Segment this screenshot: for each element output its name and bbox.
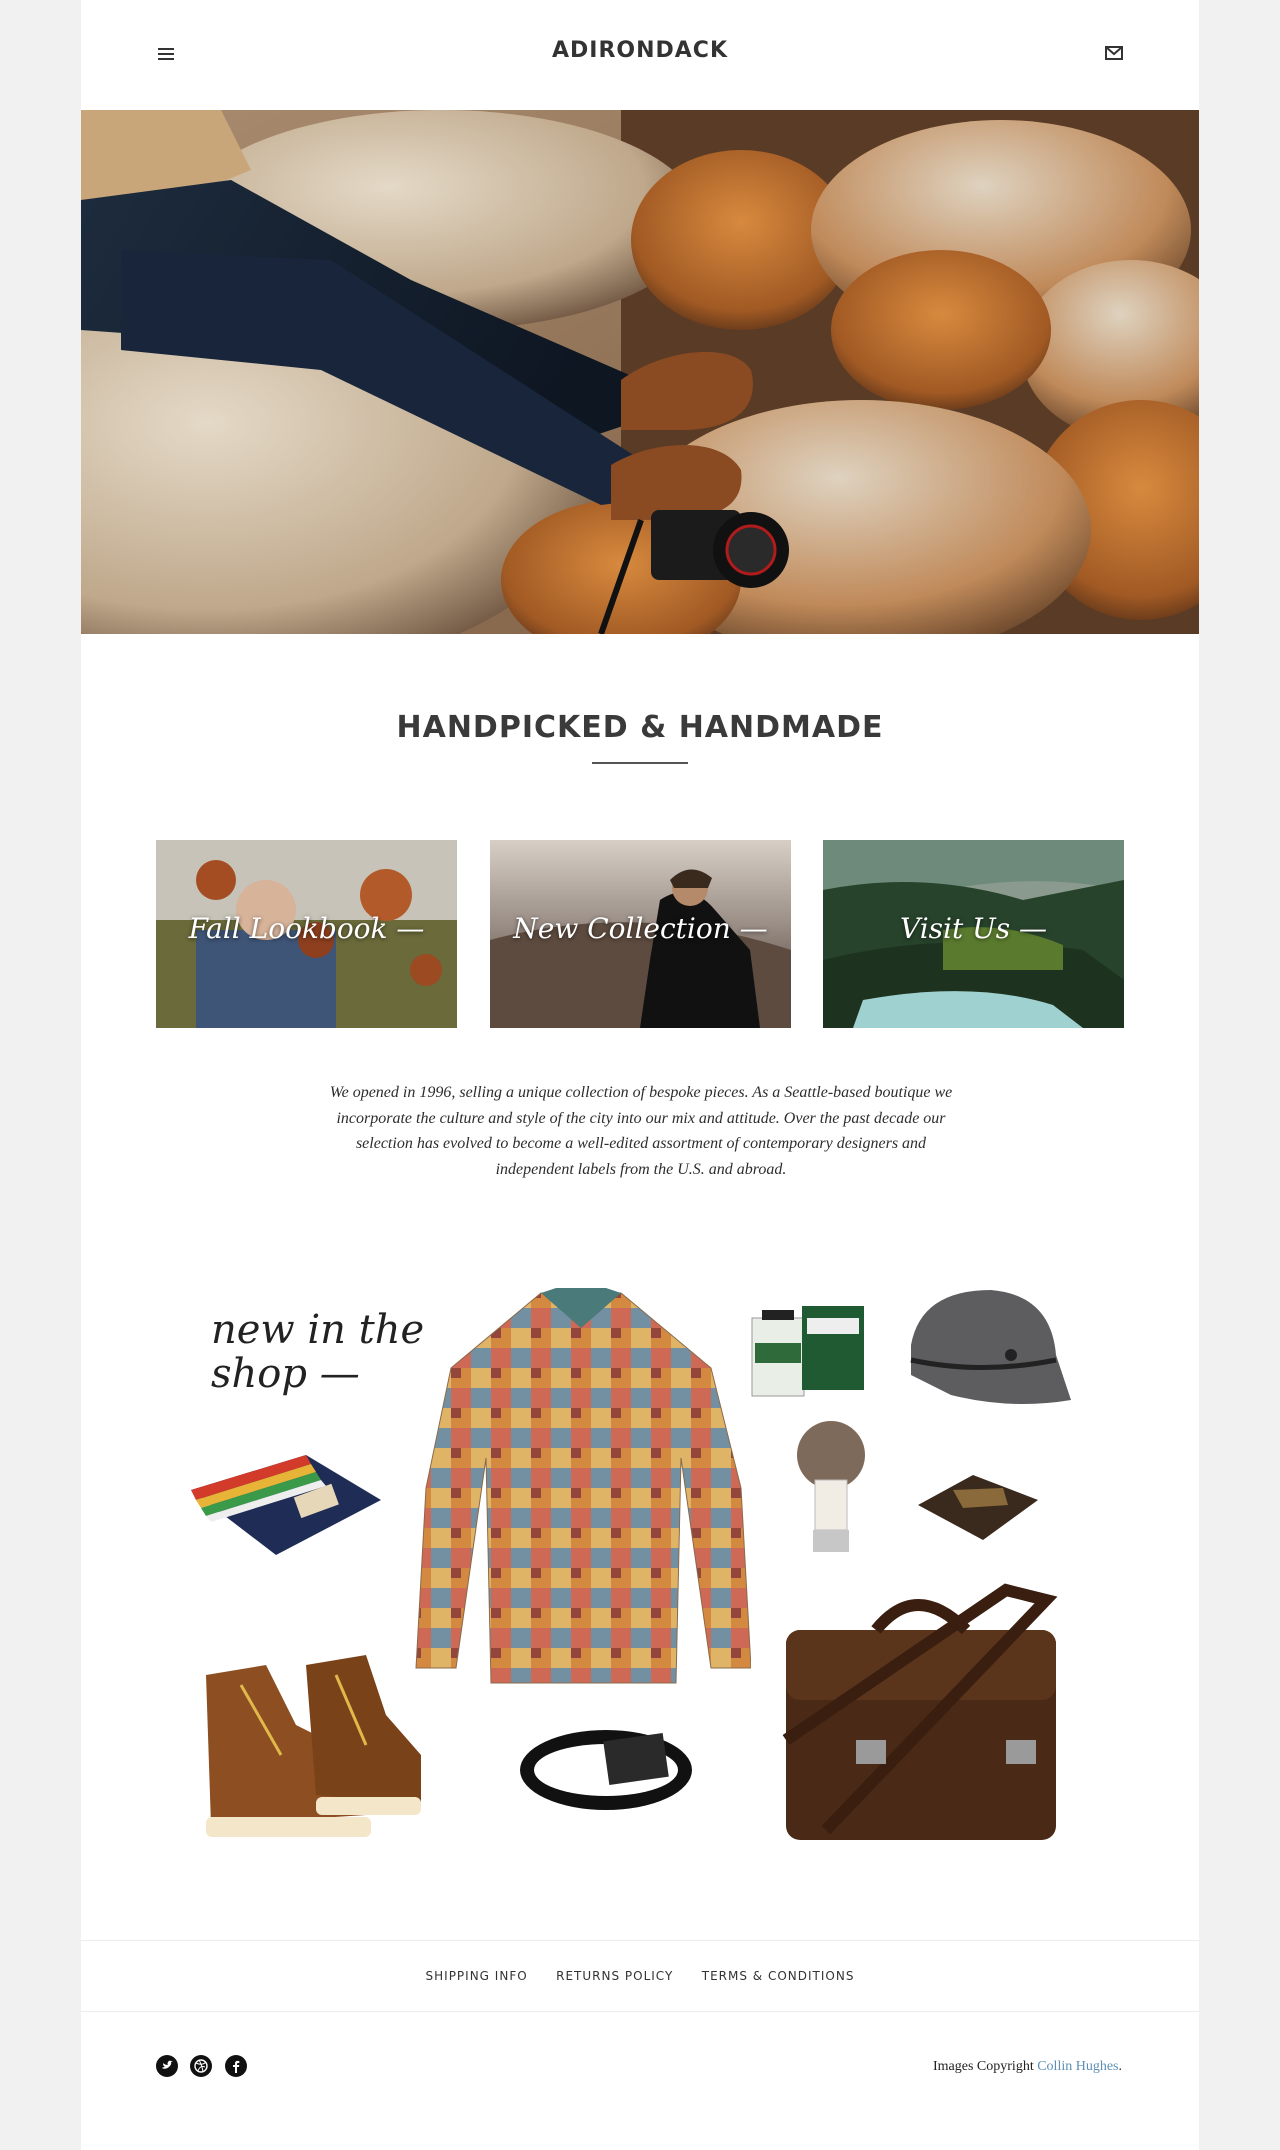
tile-fall-lookbook[interactable]: Fall Lookbook — xyxy=(156,840,457,1028)
new-in-shop-section: new in the shop — xyxy=(81,1270,1199,1890)
returns-policy-link[interactable]: RETURNS POLICY xyxy=(556,1941,673,2011)
tile-visit-us[interactable]: Visit Us — xyxy=(823,840,1124,1028)
page: ADIRONDACK HANDPICKED & HANDMADE Fall Lo… xyxy=(81,0,1199,2150)
wool-cap-image[interactable] xyxy=(891,1285,1071,1415)
photographer-link[interactable]: Collin Hughes xyxy=(1037,2059,1118,2074)
site-header: ADIRONDACK xyxy=(81,0,1199,110)
terms-conditions-link[interactable]: TERMS & CONDITIONS xyxy=(702,1941,855,2011)
boots-image[interactable] xyxy=(186,1645,426,1845)
section-heading: HANDPICKED & HANDMADE xyxy=(81,634,1199,764)
site-footer: Images Copyright Collin Hughes. xyxy=(81,2012,1199,2150)
shipping-info-link[interactable]: SHIPPING INFO xyxy=(426,1941,528,2011)
tile-label: New Collection — xyxy=(513,912,768,945)
dribbble-icon[interactable] xyxy=(190,2055,213,2077)
heading-underline xyxy=(592,762,688,764)
footer-nav: SHIPPING INFO RETURNS POLICY TERMS & CON… xyxy=(81,1940,1199,2012)
hero-image xyxy=(81,110,1199,634)
copyright-text: Images Copyright Collin Hughes. xyxy=(933,2059,1122,2075)
plaid-shirt-image[interactable] xyxy=(411,1288,751,1688)
wallet-image[interactable] xyxy=(913,1470,1043,1550)
feature-tiles: Fall Lookbook — New Collection — Visit U… xyxy=(156,840,1124,1028)
mail-icon[interactable] xyxy=(1105,46,1123,60)
belt-image[interactable] xyxy=(516,1715,696,1825)
blanket-image[interactable] xyxy=(186,1450,386,1570)
shop-heading-line2: shop — xyxy=(211,1351,360,1397)
tile-label: Visit Us — xyxy=(899,912,1048,945)
site-title[interactable]: ADIRONDACK xyxy=(81,38,1199,63)
leather-briefcase-image[interactable] xyxy=(766,1570,1066,1870)
tile-new-collection[interactable]: New Collection — xyxy=(490,840,791,1028)
intro-paragraph: We opened in 1996, selling a unique coll… xyxy=(329,1084,953,1178)
shop-heading-line1: new in the xyxy=(211,1307,425,1353)
copyright-suffix: . xyxy=(1118,2059,1123,2074)
copyright-prefix: Images Copyright xyxy=(933,2059,1034,2074)
facebook-icon[interactable] xyxy=(224,2055,247,2077)
shaving-brush-image[interactable] xyxy=(791,1420,871,1560)
twitter-icon[interactable] xyxy=(156,2055,178,2077)
shaving-cream-image[interactable] xyxy=(747,1298,867,1398)
tile-label: Fall Lookbook — xyxy=(188,912,425,945)
handpicked-heading: HANDPICKED & HANDMADE xyxy=(396,710,884,745)
social-links xyxy=(156,2055,255,2077)
new-in-shop-heading: new in the shop — xyxy=(211,1308,424,1396)
